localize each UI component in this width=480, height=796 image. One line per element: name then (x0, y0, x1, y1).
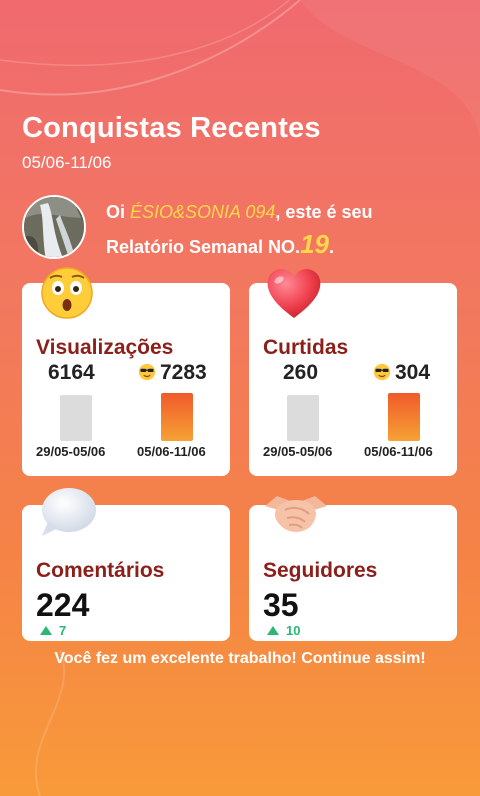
likes-prev-bar (287, 395, 319, 441)
views-cur-value: 7283 (160, 361, 207, 384)
comments-title: Comentários (36, 559, 165, 582)
up-arrow-icon (267, 626, 279, 635)
comments-delta: 7 (40, 623, 66, 638)
likes-cur-label: 05/06-11/06 (364, 444, 433, 459)
greeting-middle: , este é seu (275, 202, 373, 222)
likes-cur-value-group: 304 (371, 361, 430, 385)
report-number: 19 (300, 229, 329, 259)
avatar[interactable] (22, 195, 86, 259)
surprised-face-icon (41, 267, 93, 319)
followers-delta-value: 10 (286, 623, 301, 638)
followers-delta: 10 (267, 623, 300, 638)
likes-cur-value: 304 (395, 361, 431, 384)
page-title: Conquistas Recentes (22, 112, 321, 144)
greeting-end: . (328, 237, 334, 257)
weekly-report-greeting: Oi ÉSIO&SONIA 094, este é seu Relatório … (106, 196, 466, 263)
views-prev-label: 29/05-05/06 (36, 444, 106, 459)
likes-cur-bar (388, 393, 420, 441)
likes-title: Curtidas (263, 336, 349, 359)
followers-title: Seguidores (263, 559, 378, 582)
views-cur-bar (161, 393, 193, 441)
cool-face-icon (373, 363, 391, 381)
speech-bubble-icon (42, 488, 96, 536)
comments-value: 224 (36, 587, 90, 623)
user-name: ÉSIO&SONIA 094 (130, 202, 276, 222)
likes-prev-label: 29/05-05/06 (263, 444, 333, 459)
views-cur-label: 05/06-11/06 (137, 444, 206, 459)
followers-value: 35 (263, 587, 299, 623)
report-label: Relatório Semanal NO. (106, 237, 301, 257)
encouragement-message: Você fez um excelente trabalho! Continue… (54, 650, 426, 667)
cool-face-icon (138, 363, 156, 381)
views-title: Visualizações (36, 336, 174, 359)
date-range: 05/06-11/06 (22, 153, 112, 172)
likes-prev-value: 260 (283, 361, 319, 384)
up-arrow-icon (40, 626, 52, 635)
views-cur-value-group: 7283 (136, 361, 207, 385)
views-prev-value: 6164 (48, 361, 95, 384)
comments-delta-value: 7 (59, 623, 67, 638)
heart-icon (267, 269, 321, 318)
avatar-image (24, 197, 84, 257)
greeting-prefix: Oi (106, 202, 131, 222)
views-prev-bar (60, 395, 92, 441)
header: Conquistas Recentes 05/06-11/06 (22, 112, 321, 173)
handshake-icon (265, 496, 327, 532)
